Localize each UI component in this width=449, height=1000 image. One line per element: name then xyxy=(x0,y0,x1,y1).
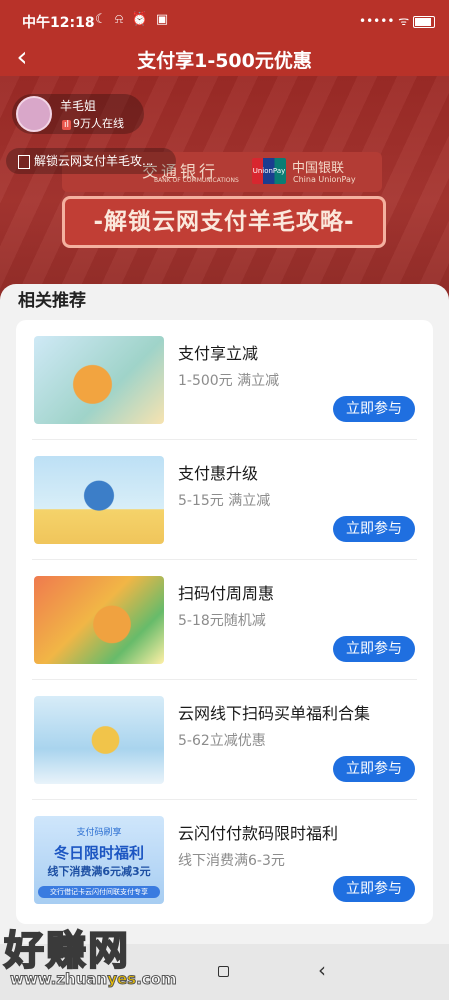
unionpay-name: 中国银联 xyxy=(292,161,345,176)
join-button[interactable]: 立即参与 xyxy=(333,756,415,782)
unionpay-logo-icon: UnionPay xyxy=(252,158,286,184)
list-item[interactable]: 云网线下扫码买单福利合集 5-62立减优惠 立即参与 xyxy=(32,680,417,800)
viewer-count-text: 9万人在线 xyxy=(73,117,125,130)
watermark-text: 好赚网 xyxy=(3,927,130,975)
thumb-line: 支付码刷享 xyxy=(76,828,122,838)
page-title: 支付享1-500元优惠 xyxy=(137,50,312,72)
list-item[interactable]: 支付码刷享 冬日限时福利 线下消费满6元减3元 交行借记卡云闪付间联支付专享 云… xyxy=(32,800,417,920)
item-title: 支付享立减 xyxy=(178,344,259,363)
recommend-sheet: 相关推荐 支付享立减 1-500元 满立减 立即参与 支付惠升级 5-15元 满… xyxy=(0,284,449,944)
signal-wifi-icon: ••••• ᯤ xyxy=(359,14,410,28)
item-thumbnail: 支付码刷享 冬日限时福利 线下消费满6元减3元 交行借记卡云闪付间联支付专享 xyxy=(34,816,164,904)
item-thumbnail xyxy=(34,696,164,784)
item-desc: 5-62立减优惠 xyxy=(178,733,266,749)
item-desc: 线下消费满6-3元 xyxy=(178,853,285,869)
host-name: 羊毛姐 xyxy=(60,99,97,113)
list-item[interactable]: 支付惠升级 5-15元 满立减 立即参与 xyxy=(32,440,417,560)
nav-back-icon[interactable]: ‹ xyxy=(318,958,326,982)
host-badge[interactable]: 羊毛姐 ıl 9万人在线 xyxy=(12,94,144,134)
list-item[interactable]: 扫码付周周惠 5-18元随机减 立即参与 xyxy=(32,560,417,680)
status-time: 中午12:18 xyxy=(22,15,95,31)
item-desc: 1-500元 满立减 xyxy=(178,373,280,389)
unionpay-name-en: China UnionPay xyxy=(293,175,356,184)
header: ‹ 支付享1-500元优惠 xyxy=(0,40,449,76)
join-button[interactable]: 立即参与 xyxy=(333,396,415,422)
banner-slogan: -解锁云网支付羊毛攻略- xyxy=(62,196,386,248)
join-button[interactable]: 立即参与 xyxy=(333,636,415,662)
item-title: 扫码付周周惠 xyxy=(178,584,275,603)
item-thumbnail xyxy=(34,456,164,544)
avatar[interactable] xyxy=(16,96,52,132)
watermark-url-b: yes xyxy=(107,970,137,989)
thumb-line: 线下消费满6元减3元 xyxy=(47,865,151,878)
pinned-notice[interactable]: 解锁云网支付羊毛攻... xyxy=(6,148,176,174)
list-item[interactable]: 支付享立减 1-500元 满立减 立即参与 xyxy=(32,320,417,440)
join-button[interactable]: 立即参与 xyxy=(333,516,415,542)
document-icon xyxy=(18,154,30,169)
thumb-line: 冬日限时福利 xyxy=(53,844,144,862)
viewer-count: ıl 9万人在线 xyxy=(62,115,124,131)
item-desc: 5-15元 满立减 xyxy=(178,493,271,509)
live-bars-icon: ıl xyxy=(62,120,72,130)
watermark-url-c: .com xyxy=(136,970,178,989)
section-title: 相关推荐 xyxy=(18,291,86,311)
recommend-list: 支付享立减 1-500元 满立减 立即参与 支付惠升级 5-15元 满立减 立即… xyxy=(16,320,433,924)
item-title: 云闪付付款码限时福利 xyxy=(178,824,339,843)
thumb-line: 交行借记卡云闪付间联支付专享 xyxy=(38,886,160,898)
bank-name-en: BANK OF COMMUNICATIONS xyxy=(154,177,239,184)
battery-icon xyxy=(413,15,435,28)
status-right-icons: ••••• ᯤ xyxy=(359,12,435,29)
notice-text: 解锁云网支付羊毛攻... xyxy=(34,154,154,168)
watermark-url-a: www.zhuan xyxy=(9,970,108,989)
watermark-url: www.zhuanyes.com xyxy=(9,970,178,989)
join-button[interactable]: 立即参与 xyxy=(333,876,415,902)
square-icon[interactable] xyxy=(218,966,229,977)
status-bar: 中午12:18 ☾ ⍾ ⏰ ▣ ••••• ᯤ xyxy=(0,0,449,40)
item-title: 云网线下扫码买单福利合集 xyxy=(178,704,371,723)
status-icons: ☾ ⍾ ⏰ ▣ xyxy=(95,12,171,27)
item-thumbnail xyxy=(34,576,164,664)
watermark: 好赚网 www.zhuanyes.com xyxy=(0,918,200,1000)
item-desc: 5-18元随机减 xyxy=(178,613,266,629)
item-thumbnail xyxy=(34,336,164,424)
item-title: 支付惠升级 xyxy=(178,464,259,483)
